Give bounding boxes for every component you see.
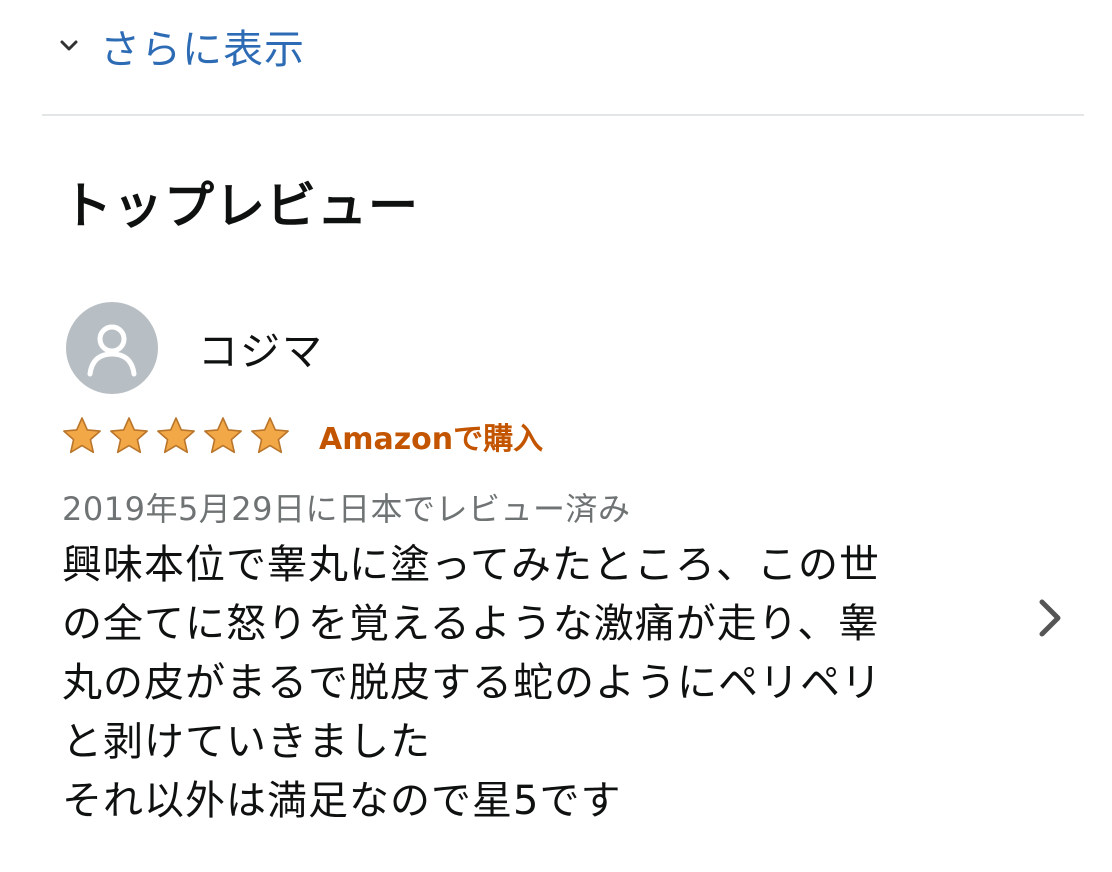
reviewer-name: コジマ [198, 329, 324, 375]
star-icon [204, 417, 242, 454]
review-body-line: それ以外は満足なので星5です [62, 778, 622, 824]
review-body: 興味本位で睾丸に塗ってみたところ、この世 の全てに怒りを覚えるような激痛が走り、… [62, 536, 962, 831]
review-date: 2019年5月29日に日本でレビュー済み [62, 490, 631, 528]
section-title: トップレビュー [62, 177, 419, 235]
star-rating[interactable] [62, 416, 297, 456]
review-body-line: 興味本位で睾丸に塗ってみたところ、この世 [62, 542, 880, 588]
avatar [66, 302, 158, 394]
review-body-line: と剥けていきました [62, 719, 431, 765]
star-icon [63, 417, 101, 454]
star-icon [251, 417, 289, 454]
show-more-link[interactable]: さらに表示 [58, 18, 305, 74]
star-icon [110, 417, 148, 454]
review-body-line: 丸の皮がまるで脱皮する蛇のようにペリペリ [62, 660, 882, 706]
verified-purchase-badge: Amazonで購入 [319, 422, 544, 457]
section-divider [42, 114, 1084, 116]
reviewer-profile[interactable]: コジマ [62, 300, 962, 396]
rating-row: Amazonで購入 [62, 412, 962, 460]
user-icon [87, 324, 137, 377]
show-more-label: さらに表示 [100, 27, 305, 73]
chevron-right-icon[interactable] [1030, 594, 1070, 642]
chevron-down-icon [60, 40, 78, 51]
star-icon [157, 417, 195, 454]
review-body-line: の全てに怒りを覚えるような激痛が走り、睾 [62, 601, 880, 647]
review-card: コジマ Amazonで購入 2019年5月29日に日本でレビュー済み 興味本位で… [62, 300, 962, 831]
